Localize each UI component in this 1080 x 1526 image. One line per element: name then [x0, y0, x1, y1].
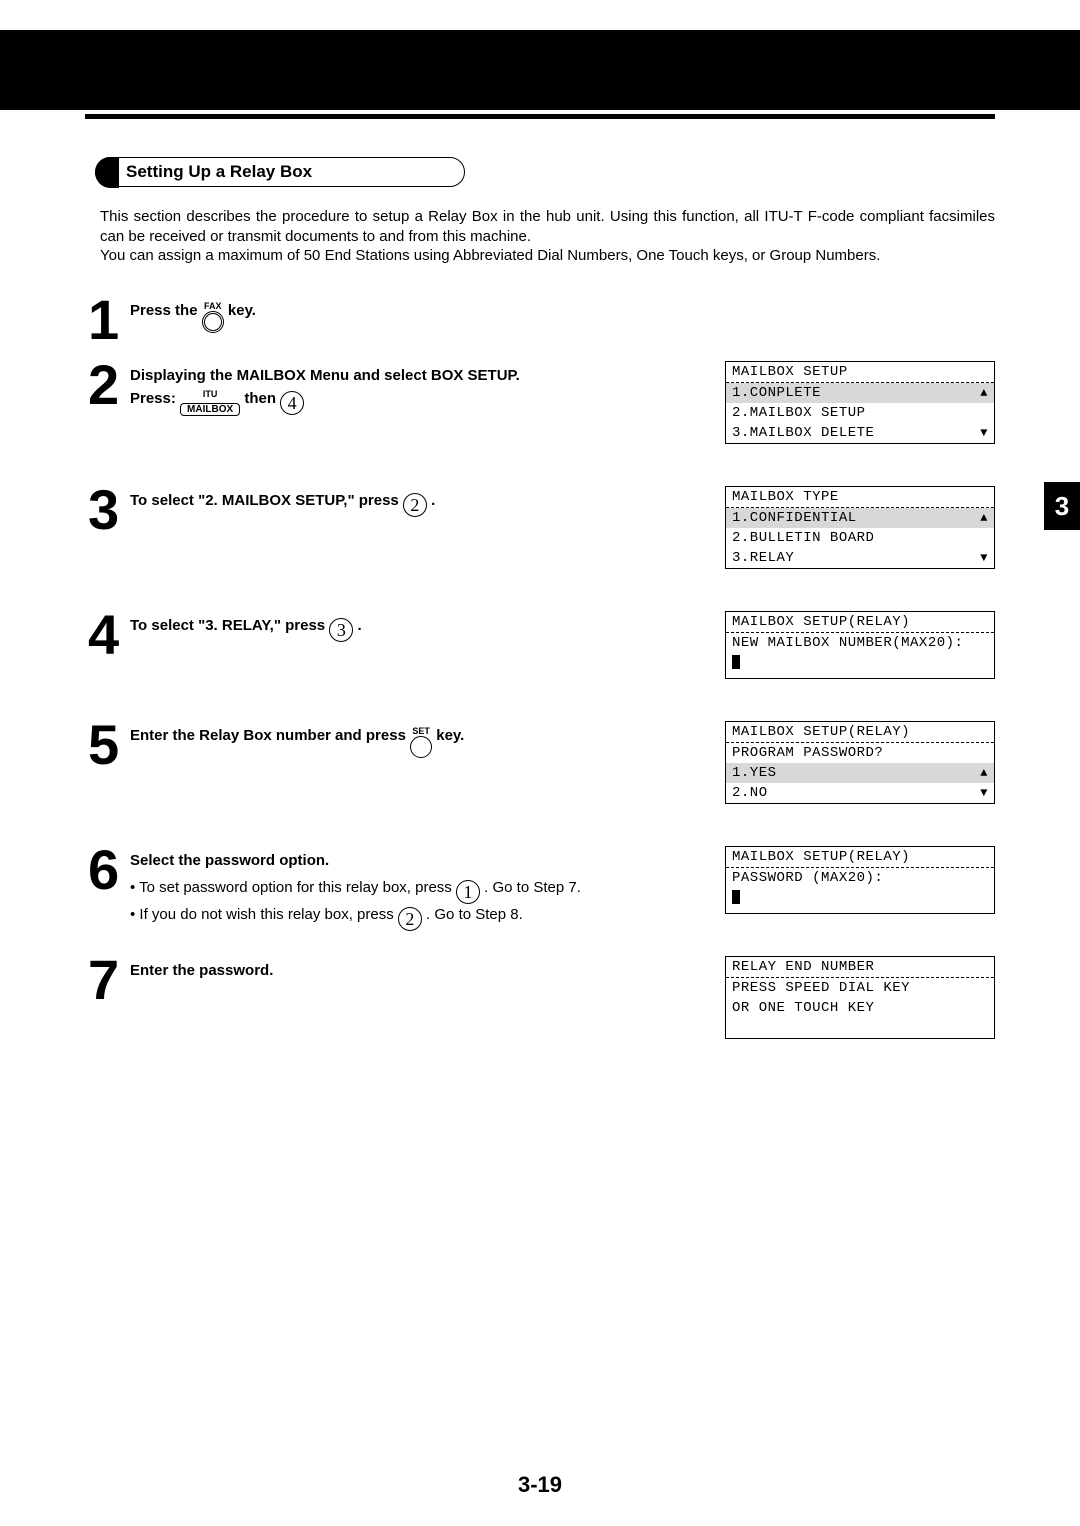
mailbox-key-icon: MAILBOX: [180, 403, 240, 416]
intro-text: This section describes the procedure to …: [100, 207, 995, 266]
circled-2-icon: 2: [403, 493, 427, 517]
lcd-display: MAILBOX SETUP(RELAY) PASSWORD (MAX20):: [725, 846, 995, 914]
lcd-row: PRESS SPEED DIAL KEY: [726, 978, 994, 998]
lcd-display: MAILBOX SETUP 1.CONPLETE ▲ 2.MAILBOX SET…: [725, 361, 995, 444]
step-title: Displaying the MAILBOX Menu and select B…: [130, 367, 715, 384]
lcd-row: NEW MAILBOX NUMBER(MAX20):: [726, 633, 994, 653]
top-banner: [0, 30, 1080, 110]
step-row: 4 To select "3. RELAY," press 3 . MAILBO…: [88, 611, 995, 703]
section-title: Setting Up a Relay Box: [126, 162, 312, 181]
lcd-row: 2.BULLETIN BOARD: [726, 528, 994, 548]
bullet-list: • To set password option for this relay …: [130, 879, 715, 931]
side-tab: 3: [1044, 482, 1080, 530]
arrow-down-icon: ▼: [980, 786, 988, 800]
step-body: Enter the Relay Box number and press SET…: [130, 721, 715, 758]
lcd-header: MAILBOX SETUP(RELAY): [726, 612, 994, 633]
step-title: Select the password option.: [130, 852, 715, 869]
lcd-display: MAILBOX SETUP(RELAY) NEW MAILBOX NUMBER(…: [725, 611, 995, 679]
step-number: 3: [88, 486, 124, 534]
lcd-header: MAILBOX SETUP: [726, 362, 994, 383]
step-body: Press the FAX key.: [130, 296, 715, 333]
set-key-icon: [410, 736, 432, 758]
arrow-down-icon: ▼: [980, 426, 988, 440]
step-body: To select "3. RELAY," press 3 .: [130, 611, 715, 642]
cursor-icon: [732, 655, 740, 669]
steps: 1 Press the FAX key. 2 Displaying the MA…: [88, 296, 995, 1064]
lcd-row: 1.YES ▲: [726, 763, 994, 783]
page: Setting Up a Relay Box This section desc…: [0, 0, 1080, 1526]
lcd-row: 1.CONPLETE ▲: [726, 383, 994, 403]
step-row: 2 Displaying the MAILBOX Menu and select…: [88, 361, 995, 468]
step-title: Press the FAX key.: [130, 302, 256, 319]
lcd-row: 2.NO ▼: [726, 783, 994, 803]
lcd-header: MAILBOX TYPE: [726, 487, 994, 508]
arrow-up-icon: ▲: [980, 511, 988, 525]
step-row: 5 Enter the Relay Box number and press S…: [88, 721, 995, 828]
step-title: To select "2. MAILBOX SETUP," press 2 .: [130, 492, 435, 509]
arrow-down-icon: ▼: [980, 551, 988, 565]
arrow-up-icon: ▲: [980, 766, 988, 780]
step-sub: Press: ITUMAILBOX then 4: [130, 390, 715, 416]
step-number: 4: [88, 611, 124, 659]
circled-1-icon: 1: [456, 880, 480, 904]
lcd-row: 1.CONFIDENTIAL ▲: [726, 508, 994, 528]
circled-4-icon: 4: [280, 391, 304, 415]
step-body: Select the password option. • To set pass…: [130, 846, 715, 931]
bullet-item: • To set password option for this relay …: [130, 879, 715, 904]
step-number: 6: [88, 846, 124, 894]
step-title: To select "3. RELAY," press 3 .: [130, 617, 362, 634]
step-body: Displaying the MAILBOX Menu and select B…: [130, 361, 715, 416]
lcd-row: 3.RELAY ▼: [726, 548, 994, 568]
lcd-column: MAILBOX TYPE 1.CONFIDENTIAL ▲ 2.BULLETIN…: [725, 486, 995, 593]
step-number: 1: [88, 296, 124, 344]
rule: [85, 114, 995, 119]
step-body: To select "2. MAILBOX SETUP," press 2 .: [130, 486, 715, 517]
lcd-row: [726, 1018, 994, 1038]
lcd-row: OR ONE TOUCH KEY: [726, 998, 994, 1018]
step-row: 6 Select the password option. • To set pa…: [88, 846, 995, 938]
lcd-row: PASSWORD (MAX20):: [726, 868, 994, 888]
lcd-row: PROGRAM PASSWORD?: [726, 743, 994, 763]
lcd-column: RELAY END NUMBER PRESS SPEED DIAL KEYOR …: [725, 956, 995, 1063]
bullet-item: • If you do not wish this relay box, pre…: [130, 906, 715, 931]
step-row: 3 To select "2. MAILBOX SETUP," press 2 …: [88, 486, 995, 593]
fax-key-icon: [202, 311, 224, 333]
step-body: Enter the password.: [130, 956, 715, 979]
lcd-header: MAILBOX SETUP(RELAY): [726, 847, 994, 868]
lcd-row: 3.MAILBOX DELETE ▼: [726, 423, 994, 443]
page-number: 3-19: [0, 1472, 1080, 1498]
lcd-header: RELAY END NUMBER: [726, 957, 994, 978]
lcd-header: MAILBOX SETUP(RELAY): [726, 722, 994, 743]
step-number: 2: [88, 361, 124, 409]
lcd-display: MAILBOX TYPE 1.CONFIDENTIAL ▲ 2.BULLETIN…: [725, 486, 995, 569]
arrow-up-icon: ▲: [980, 386, 988, 400]
circled-3-icon: 3: [329, 618, 353, 642]
pill-cap: [95, 157, 119, 188]
step-number: 5: [88, 721, 124, 769]
step-row: 1 Press the FAX key.: [88, 296, 995, 344]
lcd-column: MAILBOX SETUP(RELAY) PASSWORD (MAX20):: [725, 846, 995, 938]
lcd-column: MAILBOX SETUP(RELAY) NEW MAILBOX NUMBER(…: [725, 611, 995, 703]
step-title: Enter the password.: [130, 962, 715, 979]
lcd-display: RELAY END NUMBER PRESS SPEED DIAL KEYOR …: [725, 956, 995, 1039]
step-row: 7 Enter the password. RELAY END NUMBER P…: [88, 956, 995, 1063]
step-number: 7: [88, 956, 124, 1004]
lcd-column: MAILBOX SETUP(RELAY) PROGRAM PASSWORD? 1…: [725, 721, 995, 828]
step-title: Enter the Relay Box number and press SET…: [130, 727, 464, 744]
lcd-row: 2.MAILBOX SETUP: [726, 403, 994, 423]
cursor-icon: [732, 890, 740, 904]
section-title-pill: Setting Up a Relay Box: [95, 157, 465, 187]
circled-2-icon: 2: [398, 907, 422, 931]
lcd-column: MAILBOX SETUP 1.CONPLETE ▲ 2.MAILBOX SET…: [725, 361, 995, 468]
lcd-display: MAILBOX SETUP(RELAY) PROGRAM PASSWORD? 1…: [725, 721, 995, 804]
